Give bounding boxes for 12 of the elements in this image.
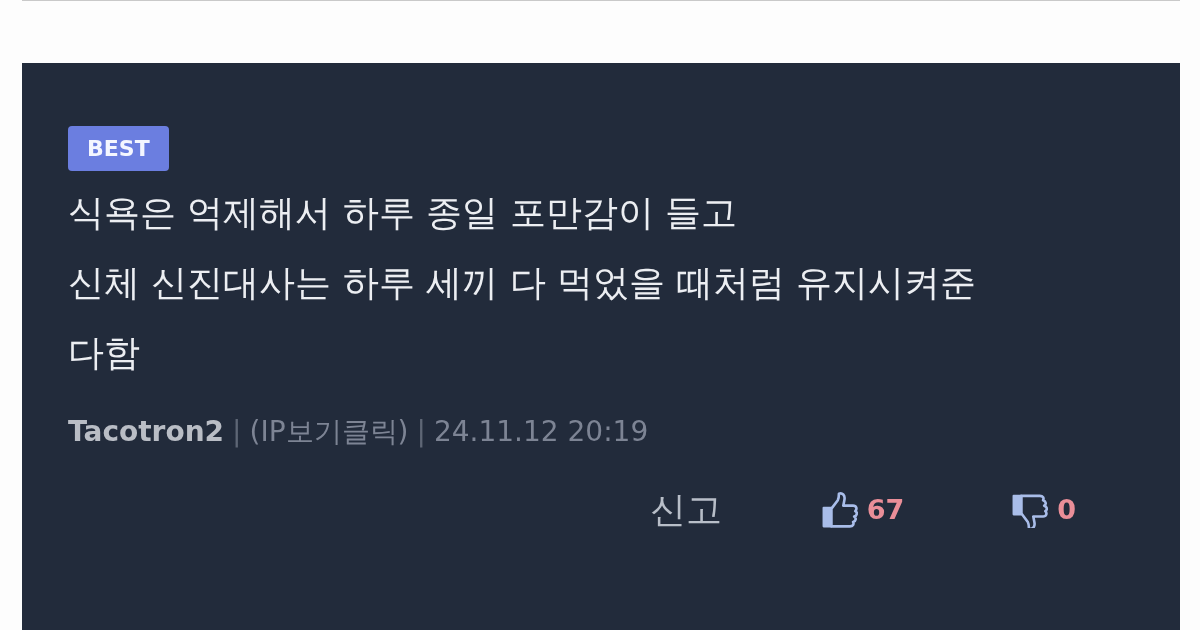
author-name[interactable]: Tacotron2 <box>68 411 225 453</box>
separator: | <box>232 414 242 450</box>
report-link[interactable]: 신고 <box>649 483 722 537</box>
comment-text: 식욕은 억제해서 하루 종일 포만감이 들고 신체 신진대사는 하루 세끼 다 먹었을 때처럼 유지시켜준 다함 <box>68 191 978 375</box>
best-badge: BEST <box>68 126 169 171</box>
like-button[interactable]: 67 <box>821 489 905 531</box>
separator: | <box>416 414 426 450</box>
ip-link[interactable]: (IP보기클릭) <box>249 411 409 453</box>
dislike-button[interactable]: 0 <box>1012 489 1076 531</box>
thumbs-down-icon <box>1012 492 1049 528</box>
thumbs-up-icon <box>821 492 858 528</box>
timestamp: 24.11.12 20:19 <box>433 414 649 450</box>
